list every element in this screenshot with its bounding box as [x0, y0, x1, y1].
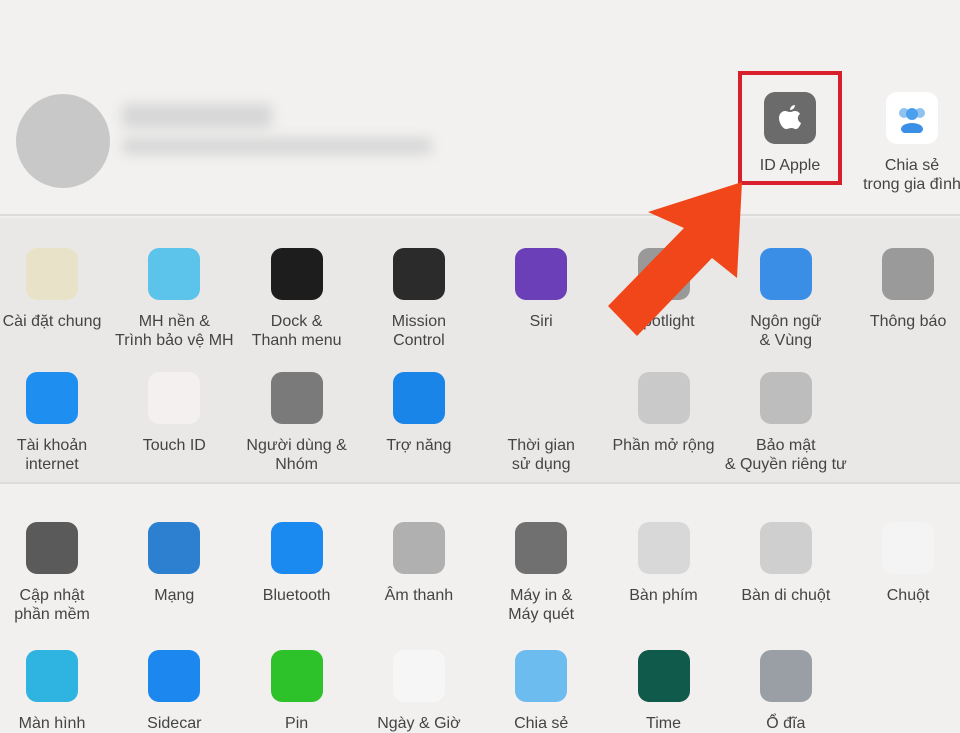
pointer-arrow-icon [608, 182, 742, 336]
